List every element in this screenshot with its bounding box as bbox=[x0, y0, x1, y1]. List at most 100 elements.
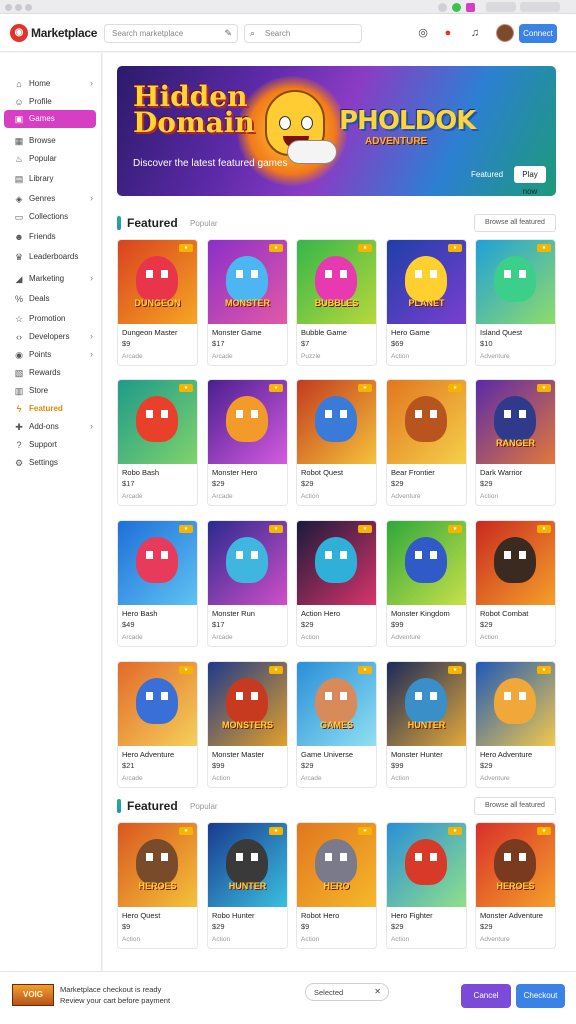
sidebar-item-settings[interactable]: ⚙ Settings bbox=[4, 454, 96, 472]
cart-thumbnail[interactable]: VOIG bbox=[12, 984, 54, 1006]
game-cover-image[interactable]: MONSTER ★ bbox=[208, 240, 287, 324]
game-cover-image[interactable]: MONSTERS ★ bbox=[208, 662, 287, 746]
close-icon[interactable]: ✕ bbox=[374, 987, 381, 996]
game-card[interactable]: HUNTER ★ Monster Hunter $99 Action bbox=[386, 661, 467, 788]
extension-icon[interactable] bbox=[466, 3, 475, 12]
bell-icon[interactable]: ♫ bbox=[468, 26, 482, 40]
chevron-right-icon[interactable]: › bbox=[90, 331, 93, 341]
game-card[interactable]: GAMES ★ Game Universe $29 Arcade bbox=[296, 661, 377, 788]
hero-play-button[interactable]: Play now bbox=[514, 166, 546, 196]
browse-all-button[interactable]: Browse all featured bbox=[474, 214, 556, 232]
game-card[interactable]: ★ Robot Quest $29 Action bbox=[296, 379, 377, 506]
window-dot[interactable] bbox=[25, 4, 32, 11]
chevron-right-icon[interactable]: › bbox=[90, 421, 93, 431]
sidebar-item-friends[interactable]: ☻ Friends bbox=[4, 228, 96, 246]
game-card[interactable]: MONSTER ★ Monster Game $17 Arcade bbox=[207, 239, 288, 366]
sidebar-item-points[interactable]: ◉ Points › bbox=[4, 346, 96, 364]
game-cover-image[interactable]: ★ bbox=[387, 823, 466, 907]
selection-pill[interactable]: Selected ✕ bbox=[305, 983, 389, 1001]
toolbar-button[interactable] bbox=[520, 2, 560, 12]
sidebar-item-developers[interactable]: ‹› Developers › bbox=[4, 328, 96, 346]
game-cover-image[interactable]: HUNTER ★ bbox=[387, 662, 466, 746]
game-cover-image[interactable]: RANGER ★ bbox=[476, 380, 555, 464]
browse-all-button[interactable]: Browse all featured bbox=[474, 797, 556, 815]
game-card[interactable]: HEROES ★ Monster Adventure $29 Adventure bbox=[475, 822, 556, 949]
cancel-button[interactable]: Cancel bbox=[461, 984, 511, 1008]
game-cover-image[interactable]: HEROES ★ bbox=[118, 823, 197, 907]
game-card[interactable]: RANGER ★ Dark Warrior $29 Action bbox=[475, 379, 556, 506]
sidebar-item-featured[interactable]: ϟ Featured bbox=[4, 400, 96, 418]
game-card[interactable]: HEROES ★ Hero Quest $9 Action bbox=[117, 822, 198, 949]
app-logo-icon[interactable]: ◉ bbox=[10, 24, 28, 42]
game-card[interactable]: ★ Action Hero $29 Action bbox=[296, 520, 377, 647]
game-card[interactable]: ★ Hero Fighter $29 Action bbox=[386, 822, 467, 949]
game-cover-image[interactable]: ★ bbox=[476, 240, 555, 324]
game-cover-image[interactable]: ★ bbox=[208, 521, 287, 605]
game-card[interactable]: MONSTERS ★ Monster Master $99 Action bbox=[207, 661, 288, 788]
maximize-icon[interactable] bbox=[452, 3, 461, 12]
chevron-right-icon[interactable]: › bbox=[90, 78, 93, 88]
sidebar-item-library[interactable]: ▤ Library bbox=[4, 170, 96, 188]
sidebar-item-home[interactable]: ⌂ Home › bbox=[4, 75, 96, 93]
game-card[interactable]: DUNGEON ★ Dungeon Master $9 Arcade bbox=[117, 239, 198, 366]
connect-button[interactable]: Connect bbox=[519, 24, 557, 43]
hero-banner[interactable]: Hidden Domain PHOLDOK ADVENTURE Discover… bbox=[117, 66, 556, 196]
game-card[interactable]: ★ Robot Combat $29 Action bbox=[475, 520, 556, 647]
game-card[interactable]: HUNTER ★ Robo Hunter $29 Action bbox=[207, 822, 288, 949]
chevron-right-icon[interactable]: › bbox=[90, 349, 93, 359]
game-cover-image[interactable]: ★ bbox=[387, 380, 466, 464]
game-cover-image[interactable]: HERO ★ bbox=[297, 823, 376, 907]
sidebar-item-games[interactable]: ▣ Games bbox=[4, 110, 96, 128]
game-cover-image[interactable]: HUNTER ★ bbox=[208, 823, 287, 907]
game-card[interactable]: ★ Bear Frontier $29 Adventure bbox=[386, 379, 467, 506]
minimize-icon[interactable] bbox=[438, 3, 447, 12]
sidebar-item-rewards[interactable]: ▧ Rewards bbox=[4, 364, 96, 382]
game-card[interactable]: ★ Monster Kingdom $99 Adventure bbox=[386, 520, 467, 647]
chevron-right-icon[interactable]: › bbox=[90, 273, 93, 283]
game-cover-image[interactable]: ★ bbox=[387, 521, 466, 605]
sidebar-item-deals[interactable]: % Deals bbox=[4, 290, 96, 308]
game-card[interactable]: HERO ★ Robot Hero $9 Action bbox=[296, 822, 377, 949]
sidebar-item-popular[interactable]: ♨ Popular bbox=[4, 150, 96, 168]
game-card[interactable]: ★ Hero Bash $49 Arcade bbox=[117, 520, 198, 647]
game-cover-image[interactable]: GAMES ★ bbox=[297, 662, 376, 746]
game-card[interactable]: ★ Hero Adventure $21 Arcade bbox=[117, 661, 198, 788]
sidebar-item-store[interactable]: ▥ Store bbox=[4, 382, 96, 400]
sidebar-item-profile[interactable]: ☺ Profile bbox=[4, 93, 96, 111]
sidebar-item-support[interactable]: ? Support bbox=[4, 436, 96, 454]
search-field[interactable]: ⌕ Search bbox=[244, 24, 362, 43]
game-card[interactable]: PLANET ★ Hero Game $69 Action bbox=[386, 239, 467, 366]
sidebar-item-browse[interactable]: ▦ Browse bbox=[4, 132, 96, 150]
game-card[interactable]: ★ Monster Hero $29 Arcade bbox=[207, 379, 288, 506]
window-dot[interactable] bbox=[5, 4, 12, 11]
sidebar-item-marketing[interactable]: ◢ Marketing › bbox=[4, 270, 96, 288]
sidebar-item-promotion[interactable]: ☆ Promotion bbox=[4, 310, 96, 328]
sidebar-item-add-ons[interactable]: ✚ Add-ons › bbox=[4, 418, 96, 436]
game-card[interactable]: ★ Robo Bash $17 Arcade bbox=[117, 379, 198, 506]
game-card[interactable]: ★ Hero Adventure $29 Adventure bbox=[475, 661, 556, 788]
game-cover-image[interactable]: BUBBLES ★ bbox=[297, 240, 376, 324]
game-cover-image[interactable]: ★ bbox=[118, 662, 197, 746]
game-card[interactable]: ★ Island Quest $10 Adventure bbox=[475, 239, 556, 366]
notification-icon[interactable]: ● bbox=[441, 26, 455, 40]
game-cover-image[interactable]: DUNGEON ★ bbox=[118, 240, 197, 324]
game-cover-image[interactable]: HEROES ★ bbox=[476, 823, 555, 907]
toolbar-button[interactable] bbox=[486, 2, 516, 12]
game-card[interactable]: ★ Monster Run $17 Arcade bbox=[207, 520, 288, 647]
game-card[interactable]: BUBBLES ★ Bubble Game $7 Puzzle bbox=[296, 239, 377, 366]
game-cover-image[interactable]: ★ bbox=[476, 521, 555, 605]
window-dot[interactable] bbox=[15, 4, 22, 11]
game-cover-image[interactable]: ★ bbox=[118, 380, 197, 464]
chevron-right-icon[interactable]: › bbox=[90, 193, 93, 203]
avatar[interactable] bbox=[496, 24, 514, 42]
sidebar-item-leaderboards[interactable]: ♛ Leaderboards bbox=[4, 248, 96, 266]
search-input[interactable]: Search marketplace ✎ bbox=[104, 24, 238, 43]
sidebar-item-collections[interactable]: ▭ Collections bbox=[4, 208, 96, 226]
game-cover-image[interactable]: ★ bbox=[297, 521, 376, 605]
checkout-button[interactable]: Checkout bbox=[516, 984, 565, 1008]
account-icon[interactable]: ◎ bbox=[416, 26, 430, 40]
sidebar-item-genres[interactable]: ◈ Genres › bbox=[4, 190, 96, 208]
game-cover-image[interactable]: ★ bbox=[297, 380, 376, 464]
game-cover-image[interactable]: ★ bbox=[476, 662, 555, 746]
game-cover-image[interactable]: PLANET ★ bbox=[387, 240, 466, 324]
